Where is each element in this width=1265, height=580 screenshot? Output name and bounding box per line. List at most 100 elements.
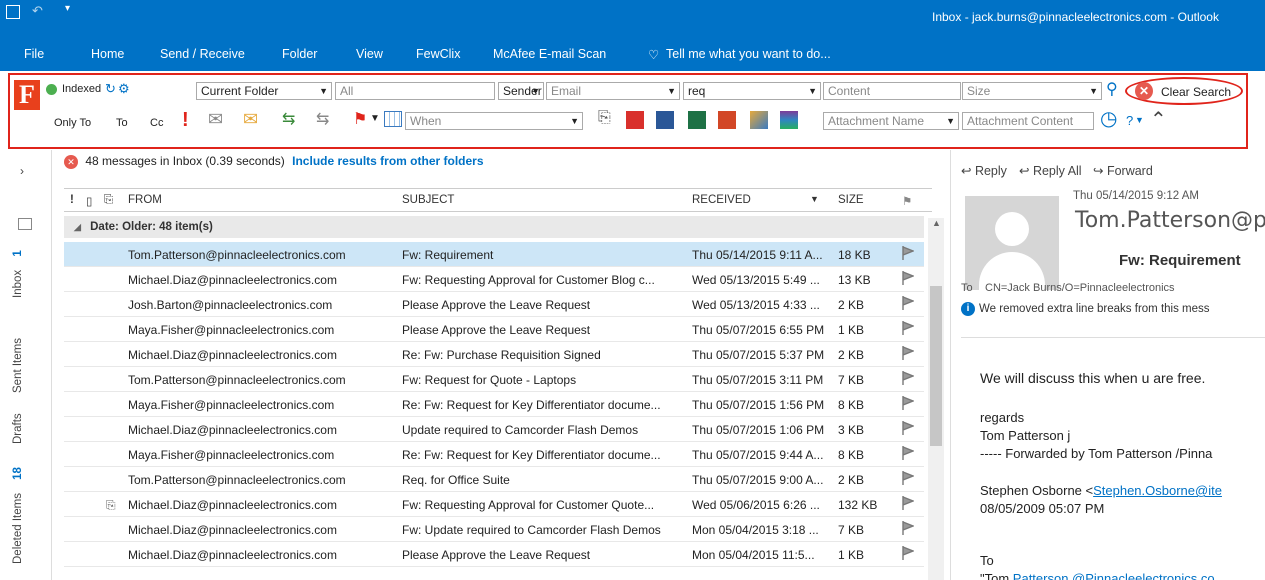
content-field[interactable]: Content — [823, 82, 961, 100]
subject-search-input[interactable]: req ▼ — [683, 82, 821, 100]
outlook-app-icon[interactable] — [6, 5, 20, 19]
flag-dropdown-icon[interactable]: ▼ — [370, 113, 380, 124]
include-other-folders-link[interactable]: Include results from other folders — [292, 154, 483, 168]
email-link[interactable]: Stephen.Osborne@ite — [1093, 483, 1222, 498]
expand-chevron-icon[interactable]: › — [20, 164, 24, 178]
nav-drafts[interactable]: Drafts — [12, 413, 24, 444]
recipient-link[interactable]: Patterson @Pinnacleelectronics.co — [1013, 571, 1215, 580]
flag-icon[interactable] — [902, 546, 914, 560]
tab-send-receive[interactable]: Send / Receive — [160, 47, 245, 61]
nav-sent-items[interactable]: Sent Items — [12, 338, 24, 393]
refresh-icon[interactable]: ↻ — [105, 81, 116, 97]
attachment-name-dropdown[interactable]: Attachment Name ▼ — [823, 112, 959, 130]
table-row[interactable]: Maya.Fisher@pinnacleelectronics.com Pleas… — [64, 317, 924, 342]
when-dropdown[interactable]: When ▼ — [405, 112, 583, 130]
quick-access-dropdown-icon[interactable]: ▾ — [65, 3, 70, 14]
flag-icon[interactable] — [902, 296, 914, 310]
sort-desc-icon[interactable]: ▼ — [810, 194, 819, 204]
read-filter-icon[interactable]: ✉ — [243, 109, 258, 130]
image-icon[interactable] — [750, 111, 768, 129]
flag-icon[interactable] — [902, 346, 914, 360]
table-row[interactable]: Michael.Diaz@pinnacleelectronics.com Upda… — [64, 417, 924, 442]
settings-gear-icon[interactable]: ⚙ — [118, 81, 130, 97]
forwarded-filter-icon[interactable]: ⇆ — [316, 109, 329, 129]
table-row[interactable]: Maya.Fisher@pinnacleelectronics.com Re: F… — [64, 442, 924, 467]
flag-icon[interactable] — [902, 471, 914, 485]
help-button[interactable]: ? — [1126, 113, 1133, 128]
table-row[interactable]: Josh.Barton@pinnacleelectronics.com Pleas… — [64, 292, 924, 317]
tab-mcafee[interactable]: McAfee E-mail Scan — [493, 47, 606, 61]
attachment-filter-icon[interactable]: ⎘ — [598, 109, 611, 127]
flag-icon[interactable] — [902, 446, 914, 460]
nav-inbox[interactable]: Inbox 1 — [12, 250, 24, 298]
scroll-up-icon[interactable]: ▲ — [932, 218, 941, 228]
pdf-icon[interactable] — [626, 111, 644, 129]
document-column-icon[interactable]: ▯ — [86, 194, 92, 208]
list-scrollbar[interactable]: ▲ — [928, 218, 944, 580]
excel-icon[interactable] — [688, 111, 706, 129]
new-folder-icon[interactable] — [18, 218, 32, 230]
undo-icon[interactable]: ↶ — [32, 3, 43, 19]
collapse-chevron-up-icon[interactable]: ⌃ — [1150, 107, 1167, 132]
table-row[interactable]: Michael.Diaz@pinnacleelectronics.com Fw: … — [64, 267, 924, 292]
reply-all-button[interactable]: ↩ Reply All — [1019, 163, 1082, 178]
unread-filter-icon[interactable]: ✉ — [208, 109, 223, 130]
flag-icon[interactable] — [902, 521, 914, 535]
flag-icon[interactable] — [902, 321, 914, 335]
table-row[interactable]: Michael.Diaz@pinnacleelectronics.com Re: … — [64, 342, 924, 367]
email-dropdown[interactable]: Email ▼ — [546, 82, 680, 100]
subject-column[interactable]: SUBJECT — [402, 194, 454, 206]
table-row[interactable]: Maya.Fisher@pinnacleelectronics.com Re: F… — [64, 392, 924, 417]
cc-filter[interactable]: Cc — [150, 117, 163, 129]
received-column[interactable]: RECEIVED — [692, 194, 751, 206]
group-header[interactable]: ◢ Date: Older: 48 item(s) — [64, 216, 924, 238]
only-to-filter[interactable]: Only To — [54, 117, 91, 129]
powerpoint-icon[interactable] — [718, 111, 736, 129]
word-icon[interactable] — [656, 111, 674, 129]
table-row[interactable]: Michael.Diaz@pinnacleelectronics.com Plea… — [64, 542, 924, 567]
archive-icon[interactable] — [780, 111, 798, 129]
table-row[interactable]: Tom.Patterson@pinnacleelectronics.com Fw:… — [64, 242, 924, 267]
replied-filter-icon[interactable]: ⇆ — [282, 109, 295, 129]
tell-me-search[interactable]: Tell me what you want to do... — [666, 47, 831, 61]
flag-icon[interactable] — [902, 496, 914, 510]
importance-filter-icon[interactable]: ! — [182, 109, 189, 132]
scroll-thumb[interactable] — [930, 286, 942, 446]
flag-filter-icon[interactable]: ⚑ — [353, 109, 367, 129]
size-column[interactable]: SIZE — [838, 194, 864, 206]
flag-column-icon[interactable]: ⚑ — [902, 194, 912, 208]
attachment-content-field[interactable]: Attachment Content — [962, 112, 1094, 130]
info-bar[interactable]: We removed extra line breaks from this m… — [979, 303, 1210, 315]
table-row[interactable]: Tom.Patterson@pinnacleelectronics.com Req… — [64, 467, 924, 492]
search-icon[interactable]: ⚲ — [1106, 79, 1118, 99]
to-filter[interactable]: To — [116, 117, 128, 129]
size-dropdown[interactable]: Size ▼ — [962, 82, 1102, 100]
to-recipient[interactable]: CN=Jack Burns/O=Pinnacleelectronics — [985, 282, 1175, 294]
flag-icon[interactable] — [902, 421, 914, 435]
table-row[interactable]: Tom.Patterson@pinnacleelectronics.com Fw:… — [64, 367, 924, 392]
flag-icon[interactable] — [902, 271, 914, 285]
attachment-column-icon[interactable]: ⎘ — [104, 194, 113, 207]
flag-icon[interactable] — [902, 371, 914, 385]
collapse-group-icon[interactable]: ◢ — [74, 222, 81, 232]
tab-folder[interactable]: Folder — [282, 47, 317, 61]
reply-button[interactable]: ↩ Reply — [961, 163, 1007, 178]
from-column[interactable]: FROM — [128, 194, 162, 206]
importance-column[interactable]: ! — [70, 194, 74, 206]
tab-fewclix[interactable]: FewClix — [416, 47, 460, 61]
flag-icon[interactable] — [902, 396, 914, 410]
table-row[interactable]: ⎘ Michael.Diaz@pinnacleelectronics.com Fw:… — [64, 492, 924, 517]
tab-file[interactable]: File — [24, 47, 44, 61]
tab-view[interactable]: View — [356, 47, 383, 61]
all-field[interactable]: All — [335, 82, 495, 100]
clear-search-button[interactable]: ✕ Clear Search — [1125, 77, 1243, 105]
forward-button[interactable]: ↪ Forward — [1093, 163, 1153, 178]
scope-dropdown[interactable]: Current Folder ▼ — [196, 82, 332, 100]
history-clock-icon[interactable]: ◷ — [1100, 106, 1117, 131]
help-dropdown-icon[interactable]: ▼ — [1135, 115, 1144, 125]
sender-dropdown[interactable]: Sender ▼ — [498, 82, 544, 100]
tab-home[interactable]: Home — [91, 47, 124, 61]
nav-deleted-items[interactable]: Deleted Items 18 — [12, 467, 24, 564]
table-row[interactable]: Michael.Diaz@pinnacleelectronics.com Fw: … — [64, 517, 924, 542]
flag-icon[interactable] — [902, 246, 914, 260]
